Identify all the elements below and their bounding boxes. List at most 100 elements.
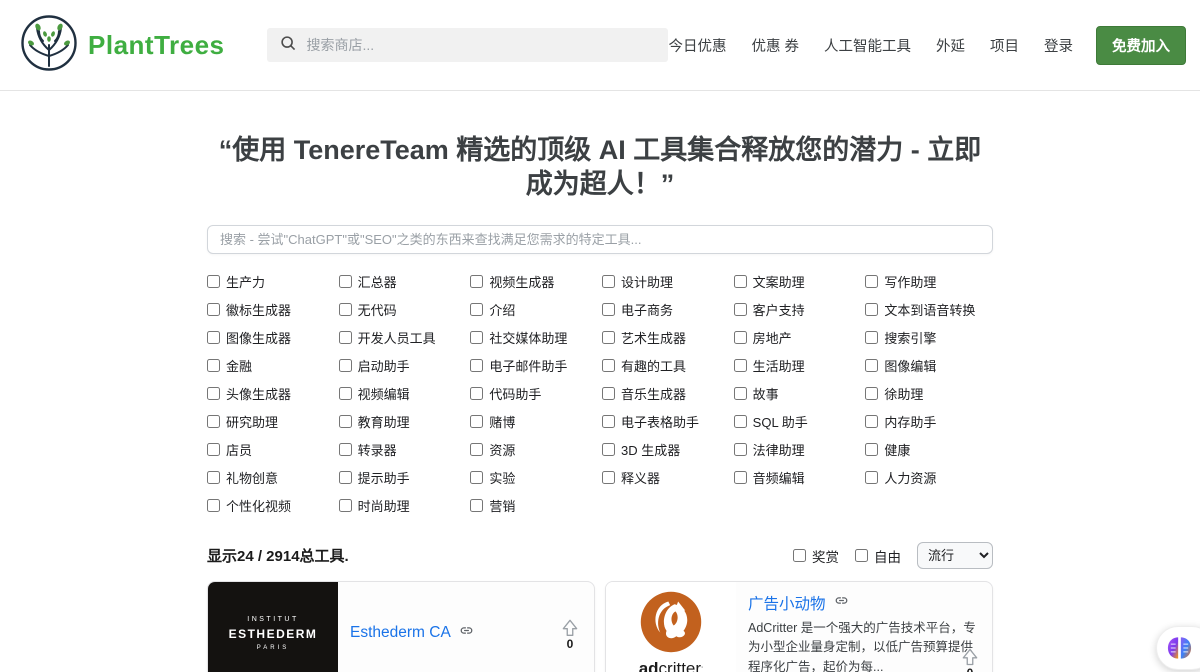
category-filter[interactable]: 设计助理 — [602, 272, 730, 291]
category-filter[interactable]: 电子商务 — [602, 300, 730, 319]
category-checkbox[interactable] — [734, 275, 747, 288]
category-checkbox[interactable] — [602, 415, 615, 428]
nav-link[interactable]: 人工智能工具 — [824, 35, 911, 56]
category-filter[interactable]: 介绍 — [470, 300, 598, 319]
category-checkbox[interactable] — [207, 415, 220, 428]
external-link-icon[interactable] — [459, 623, 474, 643]
category-filter[interactable]: 有趣的工具 — [602, 356, 730, 375]
category-checkbox[interactable] — [602, 471, 615, 484]
category-filter[interactable]: 金融 — [207, 356, 335, 375]
category-checkbox[interactable] — [865, 275, 878, 288]
assistant-float-button[interactable] — [1156, 626, 1200, 670]
category-filter[interactable]: 生活助理 — [734, 356, 862, 375]
tool-title-link[interactable]: 广告小动物 — [748, 592, 826, 614]
category-filter[interactable]: 视频生成器 — [470, 272, 598, 291]
category-checkbox[interactable] — [602, 303, 615, 316]
category-checkbox[interactable] — [865, 303, 878, 316]
category-checkbox[interactable] — [207, 331, 220, 344]
category-checkbox[interactable] — [339, 415, 352, 428]
category-filter[interactable]: 人力资源 — [865, 468, 993, 487]
category-checkbox[interactable] — [339, 443, 352, 456]
category-checkbox[interactable] — [602, 275, 615, 288]
category-checkbox[interactable] — [865, 359, 878, 372]
toggle-checkbox[interactable] — [855, 549, 868, 562]
category-checkbox[interactable] — [734, 415, 747, 428]
category-checkbox[interactable] — [339, 275, 352, 288]
category-filter[interactable]: 汇总器 — [339, 272, 467, 291]
category-filter[interactable]: 内存助手 — [865, 412, 993, 431]
logo[interactable]: PlantTrees — [20, 14, 225, 77]
category-checkbox[interactable] — [602, 443, 615, 456]
category-checkbox[interactable] — [207, 499, 220, 512]
category-checkbox[interactable] — [602, 359, 615, 372]
category-checkbox[interactable] — [339, 303, 352, 316]
external-link-icon[interactable] — [834, 593, 849, 613]
category-filter[interactable]: 资源 — [470, 440, 598, 459]
category-checkbox[interactable] — [734, 331, 747, 344]
category-filter[interactable]: 社交媒体助理 — [470, 328, 598, 347]
upvote-button[interactable]: 0 — [560, 618, 580, 651]
category-checkbox[interactable] — [207, 443, 220, 456]
category-checkbox[interactable] — [207, 303, 220, 316]
tool-search-input[interactable] — [207, 225, 993, 254]
category-checkbox[interactable] — [339, 387, 352, 400]
nav-link[interactable]: 今日优惠 — [668, 35, 726, 56]
category-filter[interactable]: 徽标生成器 — [207, 300, 335, 319]
nav-link[interactable]: 优惠 券 — [751, 35, 799, 56]
category-filter[interactable]: 徐助理 — [865, 384, 993, 403]
category-checkbox[interactable] — [865, 471, 878, 484]
result-toggle[interactable]: 自由 — [855, 546, 901, 566]
category-filter[interactable]: 赌博 — [470, 412, 598, 431]
category-filter[interactable]: 释义器 — [602, 468, 730, 487]
category-filter[interactable]: 时尚助理 — [339, 496, 467, 515]
toggle-checkbox[interactable] — [793, 549, 806, 562]
category-checkbox[interactable] — [602, 331, 615, 344]
tool-title-link[interactable]: Esthederm CA — [350, 624, 451, 642]
category-checkbox[interactable] — [207, 275, 220, 288]
category-filter[interactable]: 音频编辑 — [734, 468, 862, 487]
category-checkbox[interactable] — [470, 443, 483, 456]
category-filter[interactable]: 法律助理 — [734, 440, 862, 459]
category-filter[interactable]: 电子邮件助手 — [470, 356, 598, 375]
category-checkbox[interactable] — [602, 387, 615, 400]
category-filter[interactable]: 健康 — [865, 440, 993, 459]
category-filter[interactable]: 图像生成器 — [207, 328, 335, 347]
category-checkbox[interactable] — [339, 471, 352, 484]
category-checkbox[interactable] — [339, 359, 352, 372]
category-filter[interactable]: 电子表格助手 — [602, 412, 730, 431]
category-filter[interactable]: 店员 — [207, 440, 335, 459]
category-filter[interactable]: 视频编辑 — [339, 384, 467, 403]
category-filter[interactable]: 故事 — [734, 384, 862, 403]
category-checkbox[interactable] — [734, 443, 747, 456]
category-checkbox[interactable] — [470, 471, 483, 484]
category-filter[interactable]: 生产力 — [207, 272, 335, 291]
category-filter[interactable]: 转录器 — [339, 440, 467, 459]
nav-link[interactable]: 项目 — [990, 35, 1019, 56]
category-checkbox[interactable] — [207, 387, 220, 400]
category-filter[interactable]: 房地产 — [734, 328, 862, 347]
category-filter[interactable]: 营销 — [470, 496, 598, 515]
result-toggle[interactable]: 奖赏 — [793, 546, 839, 566]
category-filter[interactable]: 3D 生成器 — [602, 440, 730, 459]
category-checkbox[interactable] — [470, 275, 483, 288]
category-filter[interactable]: 代码助手 — [470, 384, 598, 403]
category-filter[interactable]: 客户支持 — [734, 300, 862, 319]
category-filter[interactable]: SQL 助手 — [734, 412, 862, 431]
category-filter[interactable]: 提示助手 — [339, 468, 467, 487]
category-filter[interactable]: 实验 — [470, 468, 598, 487]
category-filter[interactable]: 无代码 — [339, 300, 467, 319]
join-free-button[interactable]: 免费加入 — [1096, 26, 1186, 65]
category-checkbox[interactable] — [470, 387, 483, 400]
store-search-box[interactable] — [267, 28, 669, 62]
category-filter[interactable]: 研究助理 — [207, 412, 335, 431]
category-checkbox[interactable] — [734, 387, 747, 400]
category-checkbox[interactable] — [207, 471, 220, 484]
category-filter[interactable]: 头像生成器 — [207, 384, 335, 403]
category-filter[interactable]: 教育助理 — [339, 412, 467, 431]
store-search-input[interactable] — [307, 37, 656, 53]
nav-link[interactable]: 外延 — [936, 35, 965, 56]
category-checkbox[interactable] — [865, 415, 878, 428]
category-filter[interactable]: 写作助理 — [865, 272, 993, 291]
category-checkbox[interactable] — [470, 499, 483, 512]
category-checkbox[interactable] — [865, 387, 878, 400]
